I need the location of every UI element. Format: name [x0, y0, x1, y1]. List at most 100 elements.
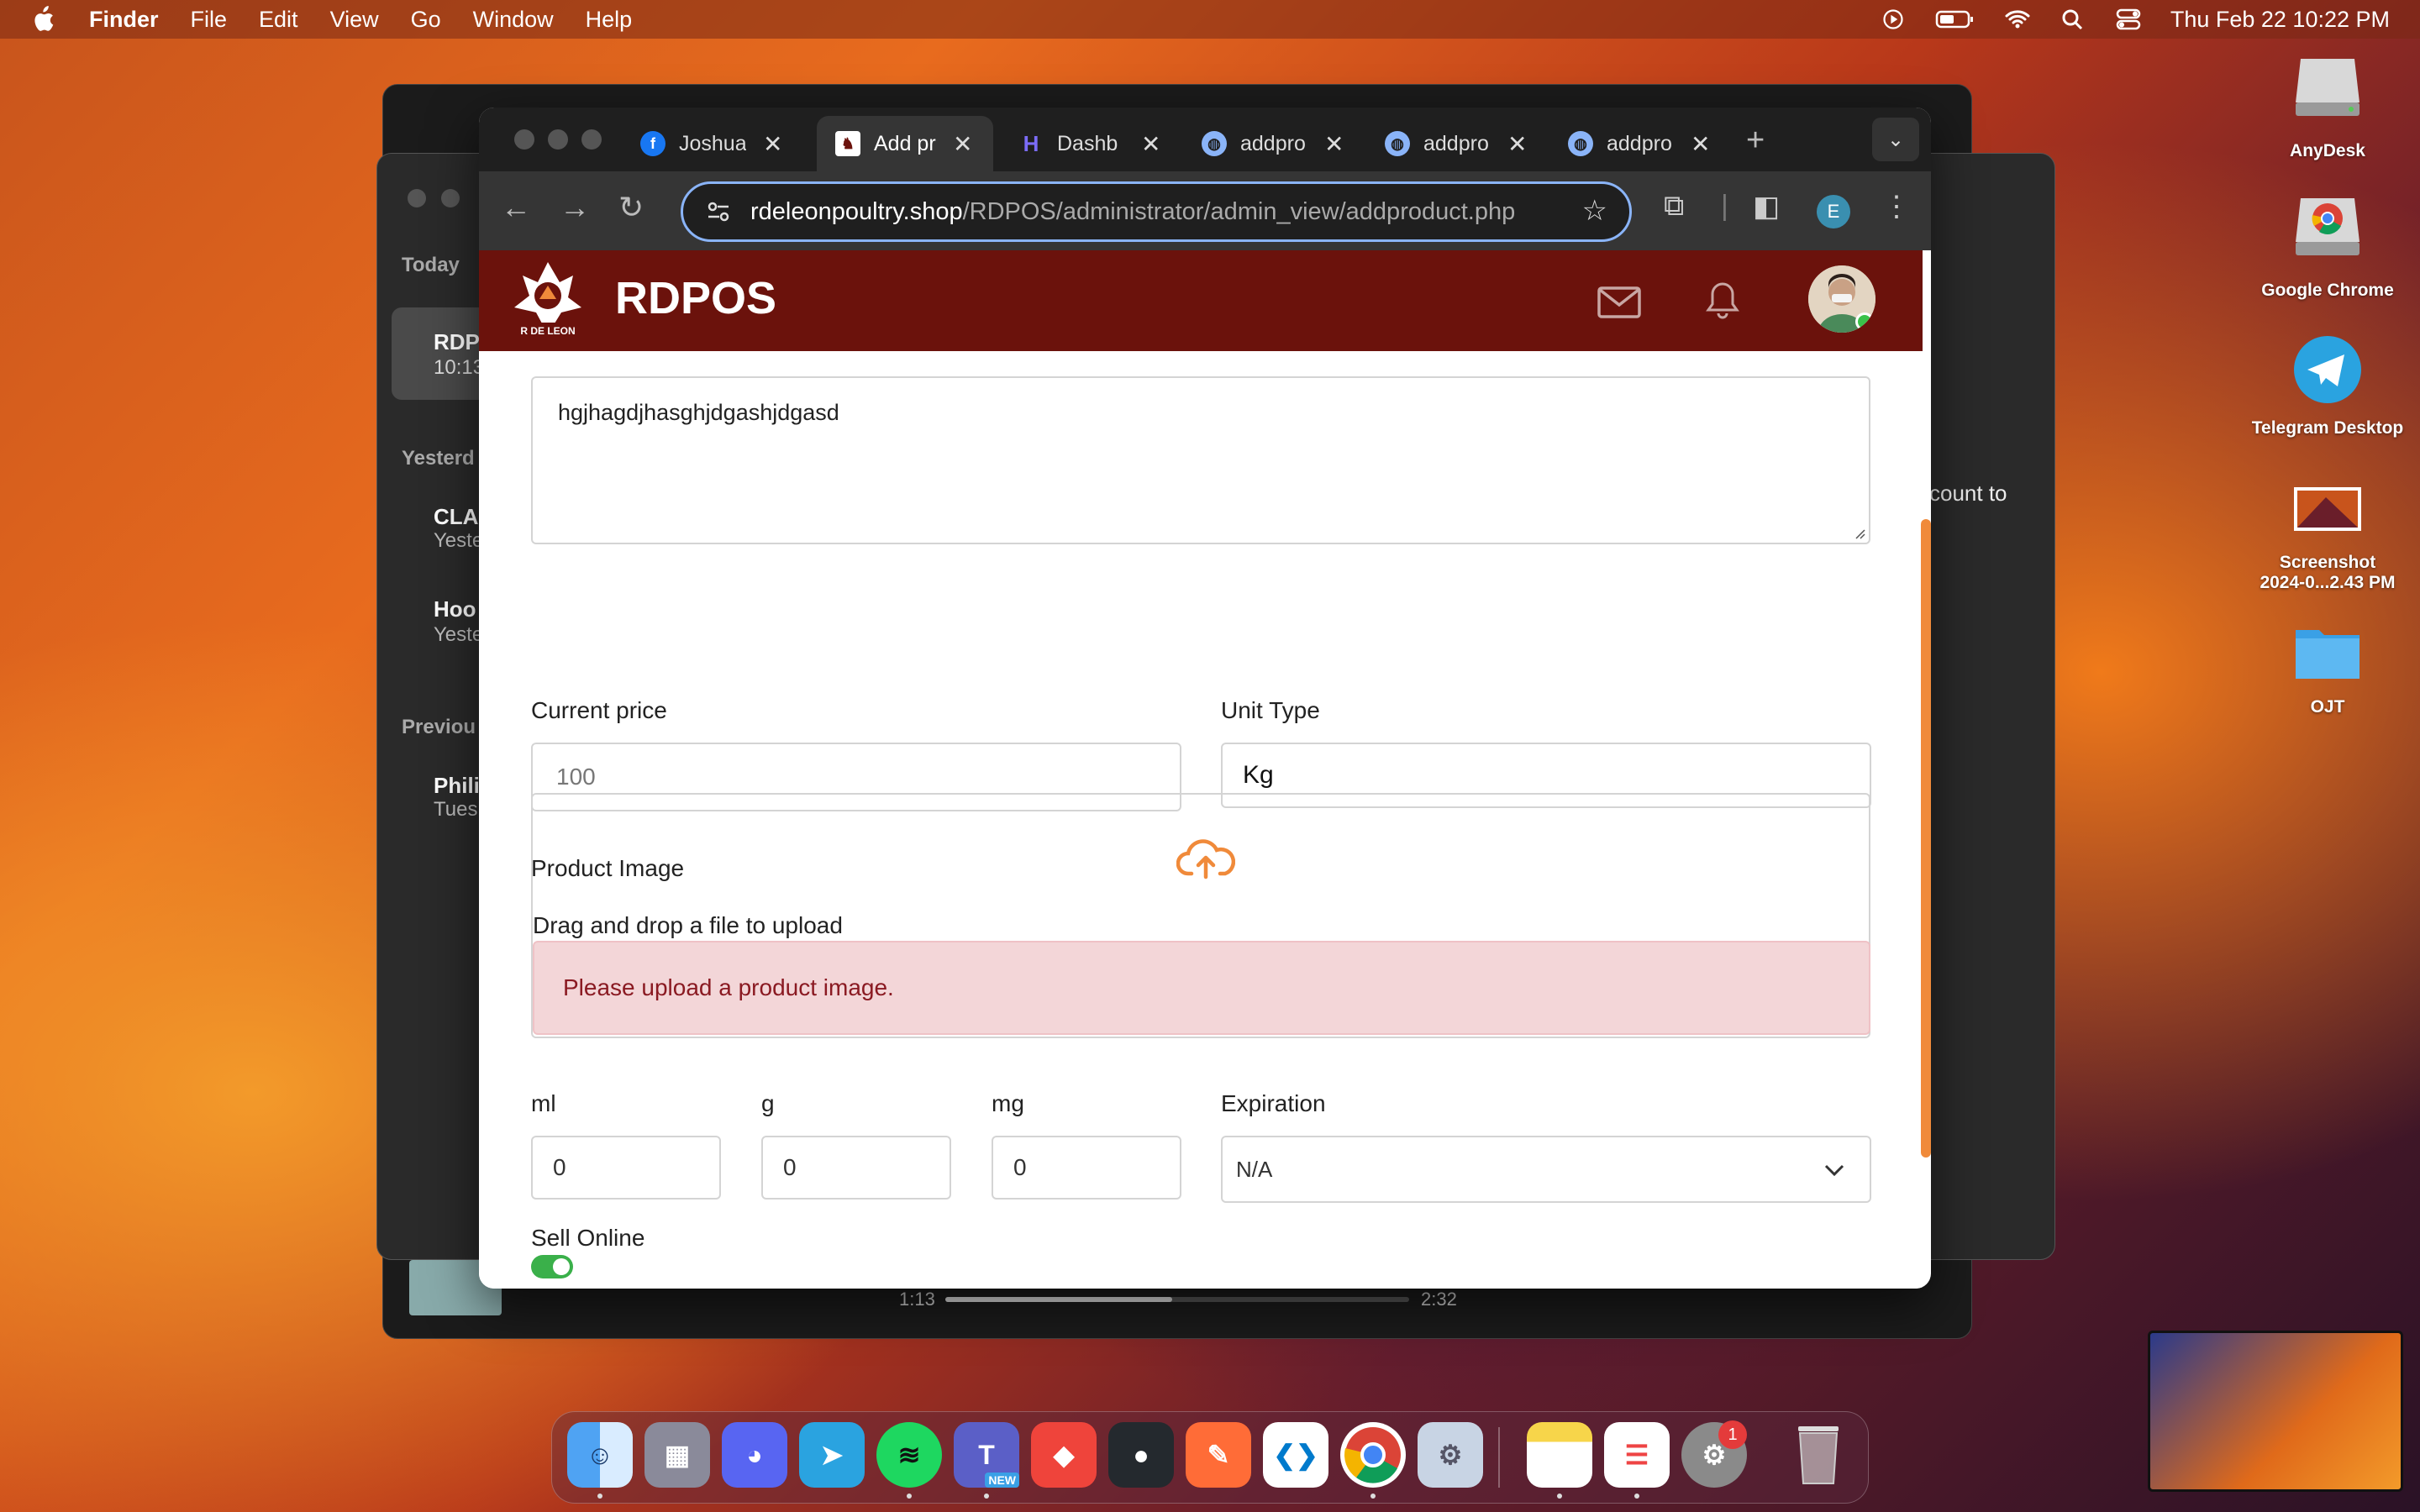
image-error-alert: Please upload a product image.: [533, 941, 1870, 1035]
close-tab-icon[interactable]: ✕: [763, 130, 782, 158]
dock-anydesk-icon[interactable]: ◆: [1031, 1422, 1097, 1488]
close-tab-icon[interactable]: ✕: [1141, 130, 1160, 158]
folder-icon: [2296, 630, 2360, 679]
running-indicator: [1634, 1494, 1639, 1499]
menu-view[interactable]: View: [330, 7, 379, 33]
g-input[interactable]: 0: [761, 1136, 951, 1200]
ml-input[interactable]: 0: [531, 1136, 721, 1200]
menu-file[interactable]: File: [191, 7, 228, 33]
dock-github-desktop-icon[interactable]: ●: [1108, 1422, 1174, 1488]
dock-notes-icon[interactable]: [1527, 1422, 1592, 1488]
window-zoom-button[interactable]: [581, 129, 602, 150]
menu-clock[interactable]: Thu Feb 22 10:22 PM: [2170, 7, 2390, 33]
menu-window[interactable]: Window: [473, 7, 554, 33]
tab-strip: f Joshua ✕ ♞ Add pr ✕ H Dashb ✕ ◍ addpro…: [479, 108, 1931, 171]
bookmark-star-icon[interactable]: ☆: [1582, 194, 1607, 228]
tab-add-product[interactable]: ♞ Add pr ✕: [817, 116, 993, 171]
dock-divider: [1498, 1427, 1500, 1488]
side-panel-icon[interactable]: ◧: [1753, 190, 1780, 223]
window-minimize-button[interactable]: [548, 129, 568, 150]
forward-button[interactable]: →: [560, 190, 590, 225]
page-scrollbar[interactable]: [1921, 519, 1931, 1158]
play-circle-icon[interactable]: [1880, 8, 1907, 31]
dock-reminders-icon[interactable]: ☰: [1604, 1422, 1670, 1488]
user-avatar[interactable]: [1808, 265, 1876, 333]
url-host: rdeleonpoultry.shop: [750, 197, 963, 225]
expiration-label: Expiration: [1221, 1090, 1326, 1116]
section-yesterday: Yesterd: [402, 447, 475, 470]
conversation-title[interactable]: Phili: [434, 773, 480, 799]
menu-finder[interactable]: Finder: [89, 7, 159, 33]
ml-label: ml: [531, 1090, 556, 1116]
sell-online-toggle[interactable]: [531, 1255, 573, 1278]
menu-edit[interactable]: Edit: [259, 7, 298, 33]
desktop-icon-anydesk[interactable]: AnyDesk: [2244, 52, 2412, 161]
mail-icon[interactable]: [1597, 286, 1642, 319]
chrome-icon: [1344, 1427, 1401, 1483]
tab-addproduct-3[interactable]: ◍ addpro ✕: [1549, 116, 1726, 171]
dock-trash-icon[interactable]: [1786, 1422, 1851, 1488]
resize-grip-icon[interactable]: [1854, 528, 1865, 539]
desktop-icon-ojt[interactable]: OJT: [2244, 620, 2412, 717]
desktop-icon-telegram[interactable]: Telegram Desktop: [2244, 334, 2412, 438]
menu-go[interactable]: Go: [411, 7, 441, 33]
dock-discord-icon[interactable]: ◕: [722, 1422, 787, 1488]
screenshot-preview-thumbnail[interactable]: [2148, 1331, 2403, 1492]
bell-icon[interactable]: [1704, 281, 1741, 319]
tab-label: addpro: [1240, 131, 1306, 155]
dock-telegram-icon[interactable]: ➤: [799, 1422, 865, 1488]
conversation-time: Tues: [434, 798, 478, 821]
address-bar[interactable]: rdeleonpoultry.shop/RDPOS/administrator/…: [681, 181, 1632, 242]
conversation-title[interactable]: Hoo: [434, 596, 476, 622]
tab-addproduct-1[interactable]: ◍ addpro ✕: [1183, 116, 1360, 171]
control-center-icon[interactable]: [2115, 8, 2142, 31]
expiration-select[interactable]: N/A: [1221, 1136, 1871, 1203]
tab-addproduct-2[interactable]: ◍ addpro ✕: [1366, 116, 1543, 171]
mg-input[interactable]: 0: [992, 1136, 1181, 1200]
site-settings-icon[interactable]: [705, 198, 732, 225]
close-tab-icon[interactable]: ✕: [1324, 130, 1344, 158]
conversation-time: 10:13: [434, 356, 485, 379]
dock-preview-icon[interactable]: ⚙: [1418, 1422, 1483, 1488]
tab-dashboard[interactable]: H Dashb ✕: [1000, 116, 1176, 171]
playback-progress[interactable]: [945, 1297, 1409, 1302]
ml-value: 0: [553, 1154, 566, 1180]
conversation-time: Yeste: [434, 623, 484, 646]
menu-help[interactable]: Help: [586, 7, 633, 33]
dock-spotify-icon[interactable]: ≋: [876, 1422, 942, 1488]
app-brand-title[interactable]: RDPOS: [615, 272, 776, 324]
wifi-icon[interactable]: [2004, 8, 2031, 31]
dock: ☺ ▦ ◕ ➤ ≋ T NEW ◆ ● ✎ ❮❯ ⚙ ☰ ⚙ 1: [551, 1411, 1869, 1504]
dock-launchpad-icon[interactable]: ▦: [644, 1422, 710, 1488]
tab-facebook[interactable]: f Joshua ✕: [622, 116, 807, 171]
globe-icon: ◍: [1202, 131, 1227, 156]
close-tab-icon[interactable]: ✕: [953, 130, 972, 158]
window-close-button[interactable]: [514, 129, 534, 150]
spotlight-search-icon[interactable]: [2060, 8, 2086, 31]
running-indicator: [907, 1494, 912, 1499]
conversation-title[interactable]: CLA: [434, 504, 478, 530]
tab-label: Add pr: [874, 131, 936, 155]
rdeleon-logo: R DE LEON: [514, 262, 581, 338]
apple-icon[interactable]: [30, 6, 55, 33]
dock-finder-icon[interactable]: ☺: [567, 1422, 633, 1488]
desktop-icon-google-chrome[interactable]: Google Chrome: [2244, 192, 2412, 301]
description-textarea[interactable]: hgjhagdjhasghjdgashjdgasd: [531, 376, 1870, 544]
dock-postman-icon[interactable]: ✎: [1186, 1422, 1251, 1488]
profile-avatar[interactable]: E: [1817, 195, 1850, 228]
extensions-icon[interactable]: ⧉: [1664, 190, 1684, 223]
image-dropzone[interactable]: Drag and drop a file to upload Please up…: [531, 793, 1870, 1038]
close-tab-icon[interactable]: ✕: [1691, 130, 1710, 158]
dock-vscode-icon[interactable]: ❮❯: [1263, 1422, 1328, 1488]
back-button[interactable]: ←: [501, 190, 531, 225]
dock-teams-icon[interactable]: T NEW: [954, 1422, 1019, 1488]
battery-icon[interactable]: [1935, 8, 1975, 31]
more-menu-icon[interactable]: ⋮: [1882, 190, 1911, 223]
new-tab-button[interactable]: +: [1746, 123, 1765, 159]
desktop-icon-screenshot[interactable]: Screenshot 2024-0...2.43 PM: [2244, 479, 2412, 593]
close-tab-icon[interactable]: ✕: [1507, 130, 1527, 158]
tab-search-button[interactable]: ⌄: [1872, 118, 1919, 161]
reload-button[interactable]: ↻: [618, 190, 644, 225]
desktop-icon-label: Screenshot: [2279, 553, 2376, 572]
dock-chrome-icon[interactable]: [1340, 1422, 1406, 1488]
